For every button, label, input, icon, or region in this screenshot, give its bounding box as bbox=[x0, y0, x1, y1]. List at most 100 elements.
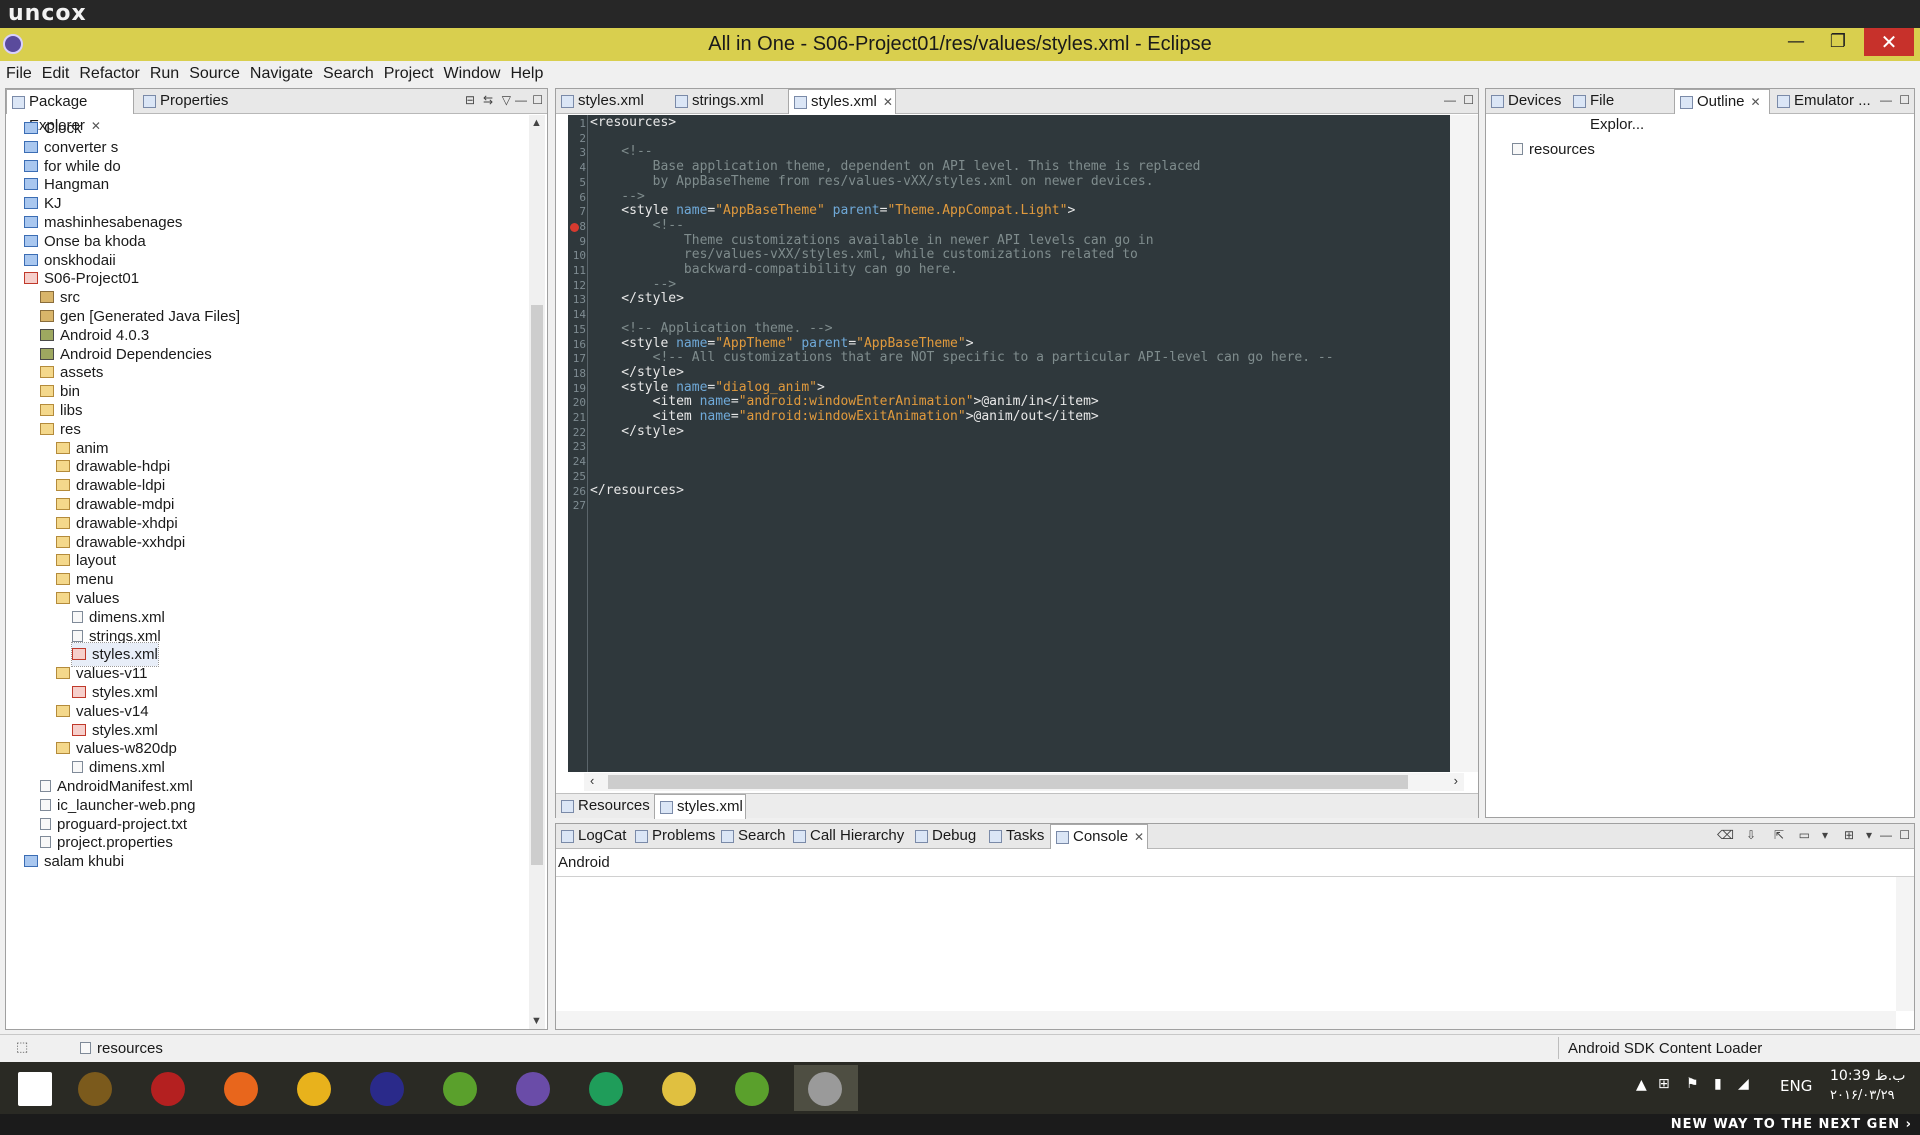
tree-scroll-thumb[interactable] bbox=[531, 305, 543, 865]
tab-strings-xml[interactable]: strings.xml bbox=[670, 89, 786, 114]
menu-source[interactable]: Source bbox=[185, 61, 244, 86]
dropdown-icon[interactable]: ▾ bbox=[1822, 828, 1828, 842]
tab-file-explorer[interactable]: File Explor... bbox=[1568, 89, 1672, 133]
code-editor[interactable]: 1 2 3 4 5 6 7 8 9 10 11 12 13 14 15 16 17 18 19 20 21 22 23 24 2… bbox=[568, 115, 1478, 772]
outline-item-resources[interactable]: resources bbox=[1512, 141, 1595, 158]
scroll-right-icon[interactable]: › bbox=[1454, 773, 1458, 788]
globe-icon[interactable] bbox=[575, 1065, 639, 1111]
close-button[interactable]: ✕ bbox=[1864, 28, 1914, 56]
eclipse-icon[interactable] bbox=[356, 1065, 420, 1111]
line-number: 15 bbox=[572, 322, 586, 336]
clear-console-icon[interactable]: ⌫ bbox=[1717, 828, 1734, 842]
language-indicator[interactable]: ENG bbox=[1780, 1077, 1812, 1095]
settings-gear-icon[interactable] bbox=[794, 1065, 858, 1111]
error-marker-icon[interactable] bbox=[570, 223, 579, 232]
minimize-view-icon[interactable]: — bbox=[515, 93, 527, 107]
console-horizontal-scrollbar[interactable] bbox=[556, 1011, 1896, 1029]
minimize-view-icon[interactable]: — bbox=[1880, 828, 1892, 842]
android-icon bbox=[1573, 95, 1586, 108]
minimize-view-icon[interactable]: — bbox=[1444, 93, 1456, 107]
tab-devices[interactable]: Devices bbox=[1486, 89, 1566, 114]
status-selection: resources bbox=[80, 1040, 163, 1057]
link-editor-icon[interactable]: ⇆ bbox=[483, 93, 493, 107]
firefox-icon[interactable] bbox=[210, 1065, 274, 1111]
tab-styles-xml-active[interactable]: styles.xml ✕ bbox=[788, 89, 896, 114]
show-hidden-icon[interactable]: ▲ bbox=[1636, 1077, 1647, 1093]
android-icon[interactable] bbox=[721, 1065, 785, 1111]
maximize-view-icon[interactable]: ☐ bbox=[1899, 93, 1910, 107]
scroll-left-icon[interactable]: ‹ bbox=[590, 773, 594, 788]
start-icon[interactable] bbox=[4, 1065, 68, 1111]
tab-problems[interactable]: Problems bbox=[630, 824, 715, 849]
menu-search[interactable]: Search bbox=[319, 61, 378, 86]
tab-emulator[interactable]: Emulator ... bbox=[1772, 89, 1876, 114]
tree-item-label: bin bbox=[60, 383, 81, 401]
pin-console-icon[interactable]: ⇱ bbox=[1774, 828, 1784, 842]
scroll-down-icon[interactable]: ▼ bbox=[531, 1015, 542, 1027]
editor-vertical-scrollbar[interactable] bbox=[1450, 115, 1478, 772]
minimize-button[interactable]: — bbox=[1776, 28, 1816, 56]
fast-view-icon[interactable]: ⬚ bbox=[16, 1039, 28, 1055]
tab-console[interactable]: Console ✕ bbox=[1050, 824, 1148, 849]
windows-flag-icon[interactable]: ⊞ bbox=[1658, 1076, 1670, 1092]
taskbar: ▲ ⊞ ⚑ ▮ ◢ ENG 10:39 ب.ظ ۲۰۱۶/۰۳/۲۹ bbox=[0, 1062, 1920, 1114]
display-console-icon[interactable]: ▭ bbox=[1799, 828, 1810, 842]
tab-properties[interactable]: Properties bbox=[138, 89, 228, 114]
menu-help[interactable]: Help bbox=[506, 61, 547, 86]
tab-call-hierarchy[interactable]: Call Hierarchy bbox=[788, 824, 908, 849]
menu-run[interactable]: Run bbox=[146, 61, 183, 86]
scroll-up-icon[interactable]: ▲ bbox=[531, 117, 542, 129]
file-explorer-icon[interactable] bbox=[648, 1065, 712, 1111]
status-selection-label: resources bbox=[97, 1040, 163, 1057]
visual-studio-icon[interactable] bbox=[502, 1065, 566, 1111]
emulator-icon bbox=[1777, 95, 1790, 108]
puzzle-icon[interactable] bbox=[283, 1065, 347, 1111]
scroll-lock-icon[interactable]: ⇩ bbox=[1746, 828, 1756, 842]
close-icon[interactable]: ✕ bbox=[883, 95, 893, 109]
battery-icon[interactable]: ▮ bbox=[1714, 1076, 1722, 1092]
android-studio-icon[interactable] bbox=[429, 1065, 493, 1111]
collapse-all-icon[interactable]: ⊟ bbox=[465, 93, 475, 107]
tab-debug[interactable]: Debug bbox=[910, 824, 982, 849]
maximize-view-icon[interactable]: ☐ bbox=[532, 93, 543, 107]
minimize-view-icon[interactable]: — bbox=[1880, 93, 1892, 107]
tab-package-explorer[interactable]: Package Explorer ✕ bbox=[6, 89, 134, 134]
horizontal-scroll-thumb[interactable] bbox=[608, 775, 1408, 789]
tab-styles-xml-1[interactable]: styles.xml bbox=[556, 89, 668, 114]
menu-refactor[interactable]: Refactor bbox=[75, 61, 143, 86]
menu-edit[interactable]: Edit bbox=[38, 61, 74, 86]
maximize-button[interactable]: ❐ bbox=[1818, 28, 1858, 56]
tab-tasks[interactable]: Tasks bbox=[984, 824, 1048, 849]
console-vertical-scrollbar[interactable] bbox=[1896, 877, 1914, 1011]
tree-scrollbar[interactable]: ▲ ▼ bbox=[529, 115, 545, 1029]
clock-time[interactable]: 10:39 ب.ظ bbox=[1830, 1068, 1905, 1084]
warcraft-icon[interactable] bbox=[64, 1065, 128, 1111]
network-icon[interactable]: ◢ bbox=[1738, 1076, 1749, 1092]
folder-icon bbox=[56, 460, 70, 473]
action-center-icon[interactable]: ⚑ bbox=[1686, 1076, 1699, 1092]
editor-horizontal-scrollbar[interactable]: ‹ › bbox=[584, 773, 1464, 791]
dropdown-icon[interactable]: ▾ bbox=[1866, 828, 1872, 842]
tree-item[interactable]: salam khubi bbox=[24, 850, 124, 873]
menu-file[interactable]: File bbox=[2, 61, 36, 86]
view-menu-icon[interactable]: ▽ bbox=[502, 93, 511, 107]
clock-date[interactable]: ۲۰۱۶/۰۳/۲۹ bbox=[1830, 1088, 1895, 1103]
close-icon[interactable]: ✕ bbox=[1751, 95, 1761, 109]
code-line: </style> bbox=[590, 423, 684, 441]
menu-navigate[interactable]: Navigate bbox=[246, 61, 317, 86]
close-icon[interactable]: ✕ bbox=[1134, 830, 1144, 844]
tab-search[interactable]: Search bbox=[716, 824, 786, 849]
tab-resources[interactable]: Resources bbox=[556, 794, 652, 819]
line-number: 1 bbox=[579, 117, 586, 130]
menu-window[interactable]: Window bbox=[440, 61, 505, 86]
console-output[interactable] bbox=[556, 876, 1914, 1029]
open-console-icon[interactable]: ⊞ bbox=[1844, 828, 1854, 842]
maximize-view-icon[interactable]: ☐ bbox=[1463, 93, 1474, 107]
xml-file-icon bbox=[72, 761, 83, 774]
menu-project[interactable]: Project bbox=[380, 61, 438, 86]
tab-styles-xml-source[interactable]: styles.xml bbox=[654, 794, 746, 819]
tab-logcat[interactable]: LogCat bbox=[556, 824, 628, 849]
red-figure-icon[interactable] bbox=[137, 1065, 201, 1111]
tab-outline[interactable]: Outline ✕ bbox=[1674, 89, 1770, 114]
maximize-view-icon[interactable]: ☐ bbox=[1899, 828, 1910, 842]
